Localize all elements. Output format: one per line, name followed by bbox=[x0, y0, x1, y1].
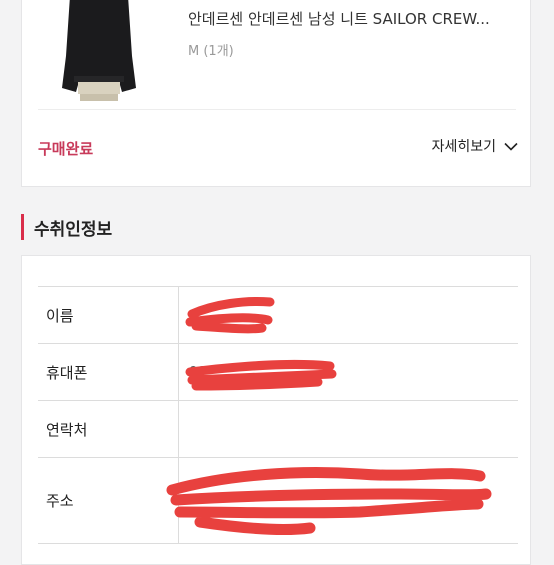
product-row[interactable]: 안데르센 안데르센 남성 니트 SAILOR CREW... M (1개) bbox=[38, 0, 516, 110]
product-image bbox=[52, 0, 146, 101]
detail-label: 자세히보기 bbox=[431, 139, 496, 155]
product-name[interactable]: 안데르센 안데르센 남성 니트 SAILOR CREW... bbox=[188, 8, 518, 29]
receiver-label-address: 주소 bbox=[38, 457, 179, 544]
section-title-text: 수취인정보 bbox=[34, 219, 113, 240]
receiver-label-mobile: 휴대폰 bbox=[38, 343, 179, 401]
receiver-label-name: 이름 bbox=[38, 286, 179, 344]
receiver-row-name: 이름 bbox=[38, 286, 518, 344]
product-thumbnail bbox=[52, 0, 146, 101]
receiver-label-contact: 연락처 bbox=[38, 400, 179, 458]
detail-button[interactable]: 자세히보기 bbox=[432, 136, 518, 156]
receiver-card: 이름 휴대폰 01 연락처 주소 bbox=[21, 255, 531, 565]
receiver-row-contact: 연락처 bbox=[38, 400, 518, 458]
receiver-value-mobile: 01 bbox=[178, 343, 518, 401]
receiver-value-contact bbox=[178, 400, 518, 458]
order-status: 구매완료 bbox=[38, 140, 94, 158]
product-option: M (1개) bbox=[188, 44, 234, 59]
title-accent-bar bbox=[21, 214, 24, 240]
receiver-row-mobile: 휴대폰 01 bbox=[38, 343, 518, 401]
section-title: 수취인정보 bbox=[21, 214, 112, 240]
receiver-value-name bbox=[178, 286, 518, 344]
receiver-table: 이름 휴대폰 01 연락처 주소 bbox=[38, 286, 518, 544]
chevron-down-icon bbox=[504, 142, 518, 151]
receiver-value-address bbox=[178, 457, 518, 544]
order-card: 안데르센 안데르센 남성 니트 SAILOR CREW... M (1개) 구매… bbox=[21, 0, 531, 187]
receiver-row-address: 주소 bbox=[38, 457, 518, 544]
